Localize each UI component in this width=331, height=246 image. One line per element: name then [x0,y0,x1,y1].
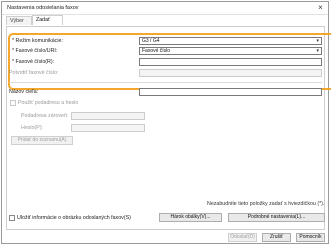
confirm-number-label: Potvrdiť faxové číslo: [9,70,59,76]
password-input[interactable] [71,124,145,132]
add-to-list-button[interactable]: Pridať do zoznamu(A) [11,136,73,145]
help-button[interactable]: Pomocník [296,233,325,242]
dest-name-label: Názov cieľa: [9,89,39,95]
chevron-down-icon: ▾ [316,38,319,44]
comm-mode-value: G3 / G4 [142,38,160,44]
cancel-button[interactable]: Zrušiť [262,233,291,242]
fax-number-label: * Faxové číslo(R): [12,59,55,65]
details-button[interactable]: Podrobné nastavenia(L)... [228,213,325,222]
comm-mode-select[interactable]: G3 / G4 ▾ [139,37,322,45]
save-info-checkbox[interactable] [9,215,15,221]
fax-line-label: * Faxové číslo/URI: [12,48,58,54]
window-title: Nastavenia odosielania faxov [7,5,79,11]
password-label: Heslo(P): [21,125,44,131]
divider [9,82,322,83]
required-hint: Nezabudnite tieto položky zadať s hviezd… [207,201,325,207]
fax-settings-window: Nastavenia odosielania faxov × Výber cie… [1,1,331,244]
confirm-number-input[interactable] [139,69,322,77]
save-info-label: Uložiť informácie o obrázku odoslaných f… [17,215,131,221]
enter-destination-panel: * Režim komunikácie: G3 / G4 ▾ * Faxové … [6,26,331,230]
comm-mode-label: * Režim komunikácie: [12,38,63,44]
close-icon[interactable]: × [316,3,325,12]
fax-line-value: Faxové číslo [142,48,171,54]
dest-name-input[interactable] [139,88,322,96]
tab-enter-destination[interactable]: Zadať cieľ [32,15,63,32]
cover-sheet-button[interactable]: Hárok obálky(V)... [159,213,222,222]
subaddress-input[interactable] [71,112,145,120]
chevron-down-icon: ▾ [316,48,319,54]
send-button[interactable]: Odoslať(D) [228,233,257,242]
title-bar: Nastavenia odosielania faxov × [2,2,328,15]
tab-select-destination[interactable]: Výber cieľa [6,16,32,33]
fax-line-select[interactable]: Faxové číslo ▾ [139,47,322,55]
fax-number-input[interactable] [139,58,322,66]
use-subaddress-label: Použiť podadresu a heslo [18,100,79,106]
subaddress-label: Podadresa zároveň: [21,113,69,119]
use-subaddress-checkbox[interactable] [10,100,16,106]
